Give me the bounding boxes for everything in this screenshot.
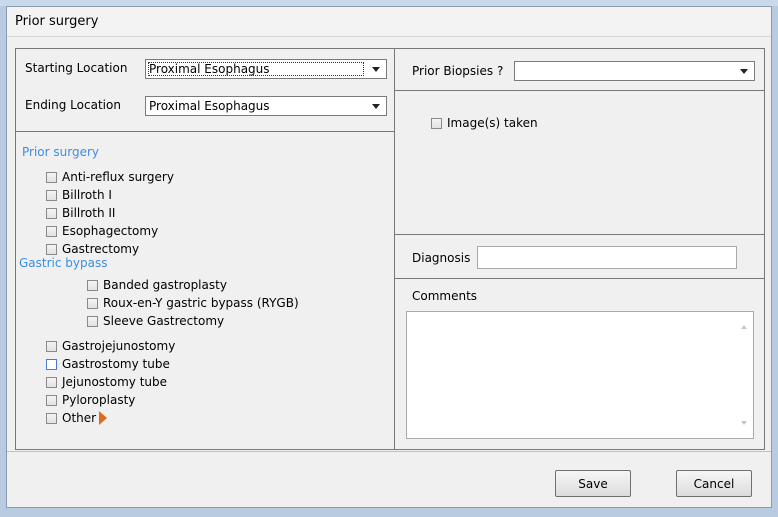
diagnosis-field[interactable]: [477, 246, 737, 269]
checkbox-other[interactable]: Other: [46, 410, 108, 426]
checkbox-billroth-i[interactable]: Billroth I: [46, 187, 112, 203]
checkbox-label: Gastrostomy tube: [62, 357, 170, 371]
checkbox-box[interactable]: [87, 297, 98, 309]
expand-arrow-icon[interactable]: [99, 411, 108, 425]
checkbox-banded-gastroplasty[interactable]: Banded gastroplasty: [87, 277, 227, 293]
checkbox-label: Gastrectomy: [62, 242, 140, 256]
checkbox-box[interactable]: [46, 394, 57, 406]
prior-surgery-pane: Prior surgery Anti-reflux surgery Billro…: [15, 131, 395, 450]
diagnosis-pane: Diagnosis: [394, 234, 765, 279]
checkbox-billroth-ii[interactable]: Billroth II: [46, 205, 115, 221]
ending-location-label: Ending Location: [25, 98, 121, 112]
checkbox-box[interactable]: [87, 279, 98, 291]
images-pane: Image(s) taken: [394, 90, 765, 235]
checkbox-sleeve-gastrectomy[interactable]: Sleeve Gastrectomy: [87, 313, 224, 329]
chevron-down-icon: [740, 69, 748, 74]
checkbox-label: Sleeve Gastrectomy: [103, 314, 225, 328]
checkbox-box[interactable]: [46, 171, 57, 183]
cancel-button[interactable]: Cancel: [676, 470, 752, 497]
checkbox-gastrojejunostomy[interactable]: Gastrojejunostomy: [46, 338, 175, 354]
checkbox-box[interactable]: [46, 412, 57, 424]
ending-location-select[interactable]: Proximal Esophagus: [145, 96, 387, 116]
scroll-up-icon[interactable]: [741, 325, 747, 329]
checkbox-label: Roux-en-Y gastric bypass (RYGB): [103, 296, 299, 310]
checkbox-box[interactable]: [431, 117, 442, 129]
checkbox-jejunostomy-tube[interactable]: Jejunostomy tube: [46, 374, 167, 390]
scroll-down-icon[interactable]: [741, 421, 747, 425]
focus-rect: [148, 62, 364, 76]
checkbox-roux-en-y[interactable]: Roux-en-Y gastric bypass (RYGB): [87, 295, 299, 311]
comments-textarea[interactable]: [406, 311, 754, 439]
checkbox-box[interactable]: [46, 376, 57, 388]
checkbox-box[interactable]: [46, 225, 57, 237]
comments-scrollbar[interactable]: [737, 312, 753, 438]
checkbox-box[interactable]: [46, 340, 57, 352]
checkbox-pyloroplasty[interactable]: Pyloroplasty: [46, 392, 135, 408]
chevron-down-icon: [372, 67, 380, 72]
gastric-bypass-heading: Gastric bypass: [19, 256, 108, 270]
chevron-down-icon: [372, 104, 380, 109]
checkbox-esophagectomy[interactable]: Esophagectomy: [46, 223, 158, 239]
checkbox-images-taken[interactable]: Image(s) taken: [431, 115, 538, 131]
location-pane: Starting Location Proximal Esophagus End…: [15, 48, 395, 132]
checkbox-label: Esophagectomy: [62, 224, 159, 238]
dialog-footer: Save Cancel: [7, 451, 771, 509]
checkbox-box[interactable]: [46, 189, 57, 201]
dialog-window: Prior surgery Starting Location Proximal…: [6, 6, 772, 508]
checkbox-box[interactable]: [87, 315, 98, 327]
checkbox-label: Pyloroplasty: [62, 393, 136, 407]
checkbox-label: Image(s) taken: [447, 116, 538, 130]
checkbox-label: Banded gastroplasty: [103, 278, 227, 292]
prior-biopsies-select[interactable]: [514, 61, 755, 81]
starting-location-select[interactable]: Proximal Esophagus: [145, 59, 387, 79]
checkbox-label: Gastrojejunostomy: [62, 339, 176, 353]
checkbox-label: Billroth II: [62, 206, 116, 220]
checkbox-box[interactable]: [46, 358, 57, 370]
prior-biopsies-label: Prior Biopsies ?: [412, 64, 504, 78]
checkbox-gastrectomy[interactable]: Gastrectomy: [46, 241, 139, 257]
save-button[interactable]: Save: [555, 470, 631, 497]
checkbox-box[interactable]: [46, 243, 57, 255]
diagnosis-label: Diagnosis: [412, 251, 471, 265]
checkbox-label: Other: [62, 411, 97, 425]
checkbox-box[interactable]: [46, 207, 57, 219]
biopsies-pane: Prior Biopsies ?: [394, 48, 765, 91]
checkbox-label: Billroth I: [62, 188, 112, 202]
window-title: Prior surgery: [15, 14, 99, 29]
starting-location-label: Starting Location: [25, 61, 128, 75]
checkbox-anti-reflux-surgery[interactable]: Anti-reflux surgery: [46, 169, 174, 185]
comments-pane: Comments: [394, 278, 765, 450]
checkbox-label: Anti-reflux surgery: [62, 170, 174, 184]
prior-surgery-heading: Prior surgery: [22, 145, 99, 159]
title-bar: Prior surgery: [7, 7, 771, 37]
checkbox-label: Jejunostomy tube: [62, 375, 168, 389]
checkbox-gastrostomy-tube[interactable]: Gastrostomy tube: [46, 356, 170, 372]
ending-location-value: Proximal Esophagus: [149, 99, 270, 113]
comments-label: Comments: [412, 289, 478, 303]
